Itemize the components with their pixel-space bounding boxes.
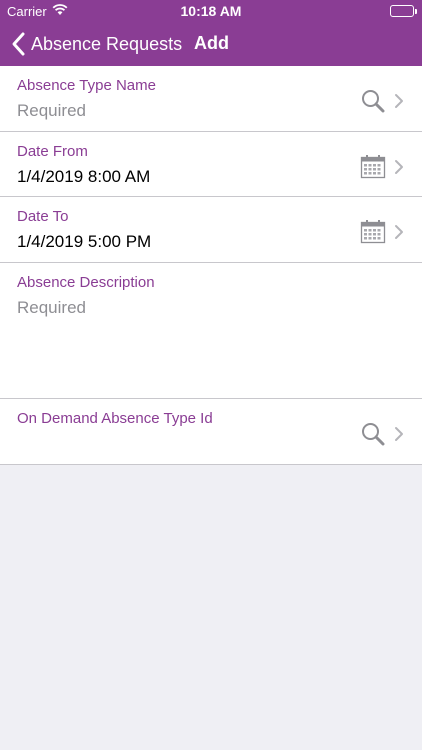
field-label: On Demand Absence Type Id — [17, 410, 213, 427]
back-button[interactable]: Absence Requests — [10, 30, 182, 58]
chevron-right-icon — [395, 160, 403, 174]
field-label: Absence Type Name — [17, 77, 156, 94]
field-accessory — [360, 154, 404, 180]
search-icon — [362, 423, 385, 446]
calendar-icon — [360, 155, 386, 179]
absence-form: Absence Type Name Required Date From 1/4… — [0, 66, 422, 465]
field-accessory — [360, 88, 404, 114]
chevron-right-icon — [395, 94, 403, 108]
date-from-field[interactable]: Date From 1/4/2019 8:00 AM — [0, 132, 422, 197]
absence-description-field[interactable]: Absence Description Required — [0, 263, 422, 399]
absence-type-name-field[interactable]: Absence Type Name Required — [0, 66, 422, 132]
back-button-label: Absence Requests — [31, 33, 183, 54]
field-accessory — [360, 421, 404, 447]
field-placeholder: Required — [17, 298, 86, 317]
chevron-left-icon — [12, 32, 25, 56]
field-label: Date From — [17, 143, 88, 160]
navigation-bar: Carrier 10:18 AM Absence Requests Add — [0, 0, 422, 66]
search-icon — [362, 90, 385, 113]
chevron-right-icon — [395, 427, 403, 441]
date-to-field[interactable]: Date To 1/4/2019 5:00 PM — [0, 197, 422, 263]
field-value: 1/4/2019 5:00 PM — [17, 232, 152, 251]
battery-icon — [390, 5, 417, 17]
page-title: Add — [194, 33, 229, 53]
status-bar: Carrier 10:18 AM — [0, 0, 422, 22]
on-demand-absence-type-id-field[interactable]: On Demand Absence Type Id — [0, 399, 422, 465]
field-placeholder: Required — [17, 101, 86, 120]
calendar-icon — [360, 220, 386, 244]
clock-label: 10:18 AM — [180, 3, 242, 19]
chevron-right-icon — [395, 225, 403, 239]
field-accessory — [360, 219, 404, 245]
field-label: Date To — [17, 208, 69, 225]
field-label: Absence Description — [17, 274, 155, 291]
field-value: 1/4/2019 8:00 AM — [17, 167, 151, 186]
